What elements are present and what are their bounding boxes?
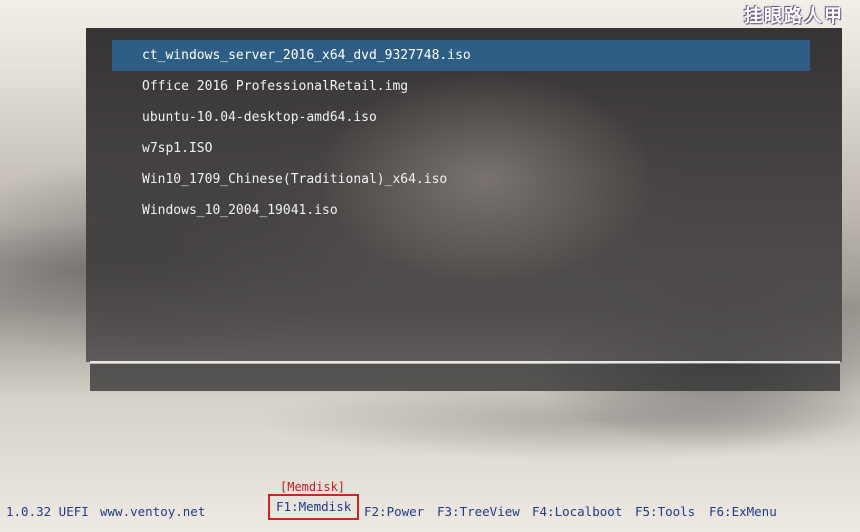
website-label: www.ventoy.net [100,504,206,519]
info-strip [90,364,840,391]
boot-menu-item[interactable]: ubuntu-10.04-desktop-amd64.iso [112,102,810,133]
version-label: 1.0.32 UEFI [6,504,89,519]
boot-menu-item[interactable]: Office 2016 ProfessionalRetail.img [112,71,810,102]
boot-menu-panel: ct_windows_server_2016_x64_dvd_9327748.i… [86,28,842,362]
menu-divider [90,361,840,363]
background-ink-wash [0,380,860,500]
mode-hint-label: [Memdisk] [280,480,346,494]
boot-menu-item[interactable]: Windows_10_2004_19041.iso [112,195,810,226]
hotkey-footer: 1.0.32 UEFI www.ventoy.net F1:Memdisk F2… [0,494,860,524]
boot-menu-item[interactable]: ct_windows_server_2016_x64_dvd_9327748.i… [112,40,810,71]
f1-memdisk-key[interactable]: F1:Memdisk [268,494,360,520]
watermark-logo: 挂眼路人甲 [744,6,844,27]
f6-exmenu-key[interactable]: F6:ExMenu [709,504,777,519]
boot-menu-item[interactable]: Win10_1709_Chinese(Traditional)_x64.iso [112,164,810,195]
boot-menu-list: ct_windows_server_2016_x64_dvd_9327748.i… [112,40,810,226]
f5-tools-key[interactable]: F5:Tools [635,504,695,519]
f2-power-key[interactable]: F2:Power [364,504,424,519]
f3-treeview-key[interactable]: F3:TreeView [437,504,520,519]
boot-menu-item[interactable]: w7sp1.ISO [112,133,810,164]
f4-localboot-key[interactable]: F4:Localboot [532,504,622,519]
